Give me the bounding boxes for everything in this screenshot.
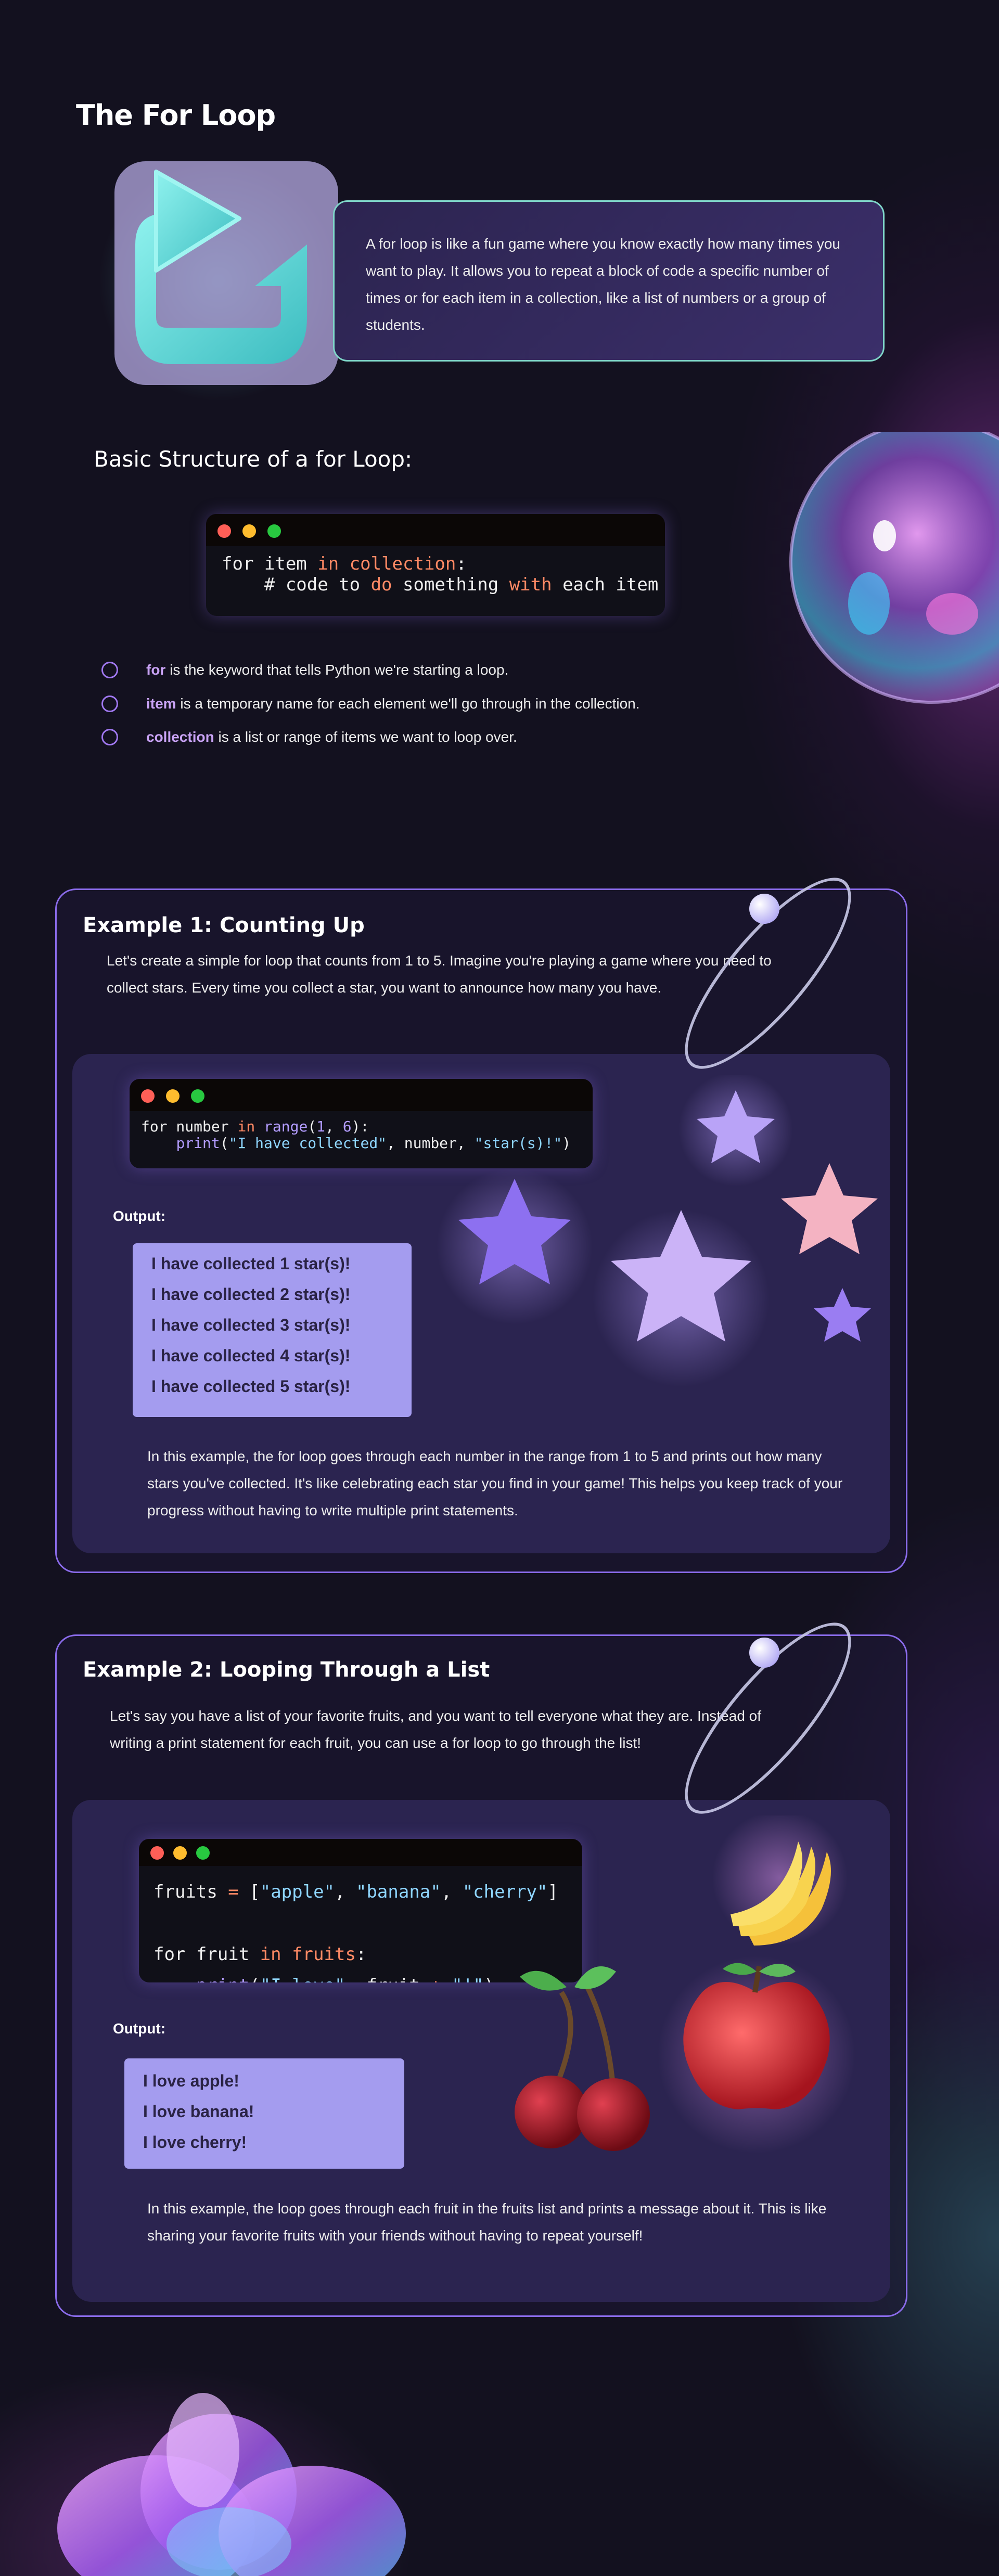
maximize-dot: [191, 1089, 204, 1103]
bullet-text: is a temporary name for each element we'…: [176, 695, 640, 712]
bullet-text: is the keyword that tells Python we're s…: [165, 662, 509, 678]
glass-sphere: [780, 420, 999, 744]
example-1-output: I have collected 1 star(s)! I have colle…: [133, 1243, 412, 1417]
code-window-bar: [206, 514, 665, 546]
example-1-heading: Example 1: Counting Up: [83, 913, 365, 937]
output-line: I love banana!: [143, 2102, 254, 2121]
output-line: I have collected 1 star(s)!: [151, 1254, 351, 1273]
output-line: I have collected 2 star(s)!: [151, 1285, 351, 1304]
close-dot: [217, 524, 231, 538]
minimize-dot: [242, 524, 256, 538]
example-1-output-label: Output:: [113, 1208, 166, 1224]
output-line: I have collected 4 star(s)!: [151, 1346, 351, 1365]
loop-icon: [99, 151, 343, 406]
output-line: I love cherry!: [143, 2133, 247, 2152]
star: [781, 1163, 878, 1254]
example-2-description: Let's say you have a list of your favori…: [110, 1708, 762, 1751]
intro-text: A for loop is like a fun game where you …: [366, 236, 840, 333]
example-1-description: Let's create a simple for loop that coun…: [107, 952, 772, 996]
orbit-ball: [749, 894, 779, 924]
glass-flower: [57, 2393, 406, 2576]
output-line: I have collected 5 star(s)!: [151, 1377, 351, 1396]
fruits-illustration: [515, 1815, 855, 2154]
intro-card: A for loop is like a fun game where you …: [333, 200, 885, 362]
structure-heading: Basic Structure of a for Loop:: [94, 446, 413, 472]
bullet-term: for: [146, 662, 166, 678]
maximize-dot: [267, 524, 281, 538]
cherry: [515, 1966, 650, 2151]
bullet-text: is a list or range of items we want to l…: [214, 729, 517, 745]
example-1-panel: for number in range(1, 6): print("I have…: [72, 1054, 890, 1553]
bullet-circle-icon: [101, 662, 118, 678]
example-2-explanation: In this example, the loop goes through e…: [147, 2200, 827, 2244]
minimize-dot: [166, 1089, 180, 1103]
maximize-dot: [196, 1846, 210, 1860]
example-2-output: I love apple! I love banana! I love cher…: [124, 2058, 404, 2169]
close-dot: [141, 1089, 155, 1103]
close-dot: [150, 1846, 164, 1860]
stars-illustration: [437, 1075, 878, 1387]
minimize-dot: [173, 1846, 187, 1860]
example-2-heading: Example 2: Looping Through a List: [83, 1658, 490, 1682]
bullet-circle-icon: [101, 729, 118, 745]
star: [814, 1288, 871, 1342]
example-2-panel: fruits = ["apple", "banana", "cherry"] f…: [72, 1800, 890, 2302]
output-line: I have collected 3 star(s)!: [151, 1316, 351, 1334]
orbit-ball: [749, 1638, 779, 1668]
page-title: The For Loop: [76, 99, 276, 132]
structure-code-block: for item in collection: # code to do som…: [206, 514, 665, 616]
bullet-term: item: [146, 695, 176, 712]
example-1-explanation: In this example, the for loop goes throu…: [147, 1448, 843, 1518]
example-2-output-label: Output:: [113, 2020, 166, 2037]
output-line: I love apple!: [143, 2071, 239, 2090]
bullet-circle-icon: [101, 695, 118, 712]
structure-code: for item in collection: # code to do som…: [222, 553, 659, 595]
bullet-term: collection: [146, 729, 214, 745]
